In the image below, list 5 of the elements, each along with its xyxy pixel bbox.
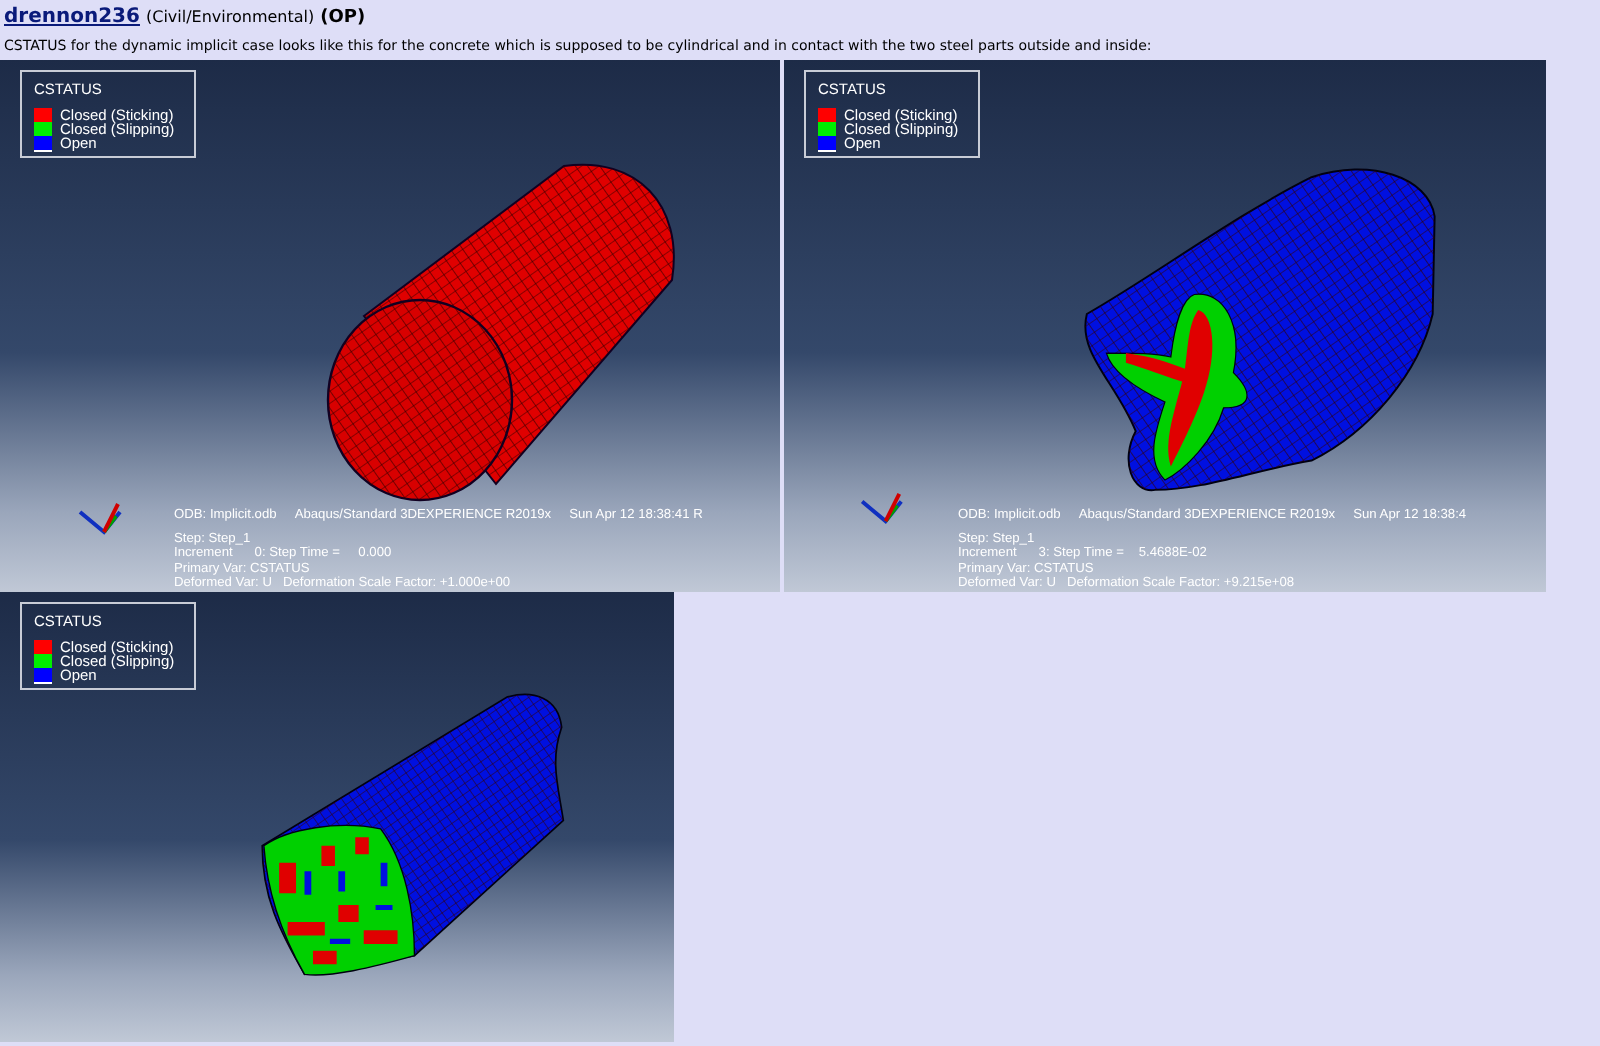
op-label: (OP) — [320, 8, 366, 28]
username-link[interactable]: drennon236 — [4, 6, 140, 28]
axis-triad-icon — [78, 503, 122, 535]
user-affiliation: (Civil/Environmental) — [145, 8, 315, 26]
axis-triad-icon — [860, 492, 903, 524]
